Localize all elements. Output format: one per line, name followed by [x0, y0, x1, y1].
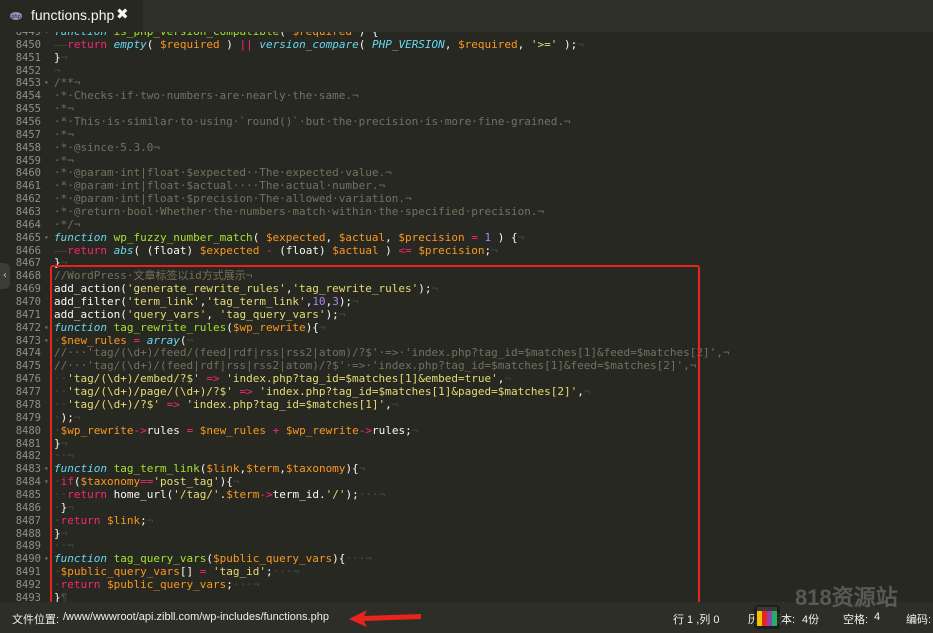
- tab-bar: php functions.php ✖: [0, 0, 933, 32]
- code-line[interactable]: 8456 ·*·This·is·similar·to·using·`round()…: [0, 115, 933, 129]
- svg-text:php: php: [11, 14, 21, 20]
- code-line[interactable]: 8478 ··'tag/(\d+)/?$' => 'index.php?tag_i…: [0, 397, 933, 412]
- fold-toggle-icon[interactable]: ▾: [44, 476, 49, 489]
- code-line[interactable]: 8466 ——return abs( (float) $expected - (f…: [0, 243, 933, 258]
- status-bar: 文件位置: /www/wwwroot/api.zibll.com/wp-incl…: [0, 602, 933, 633]
- line-number: 8485: [15, 488, 41, 501]
- line-number: 8482: [15, 450, 41, 463]
- code-line[interactable]: 8484 ▾ ·if($taxonomy=='post_tag'){¬: [0, 475, 933, 489]
- line-number: 8455: [15, 103, 41, 116]
- line-number: 8479: [15, 411, 41, 424]
- code-text: ·return $public_query_vars;···¬: [54, 577, 260, 591]
- line-number: 8474: [15, 347, 41, 360]
- code-text: ·*·This·is·similar·to·using·`round()`·bu…: [54, 115, 571, 129]
- code-line[interactable]: 8485 ··return home_url('/tag/'.$term->ter…: [0, 487, 933, 502]
- code-line[interactable]: 8480 ·$wp_rewrite->rules = $new_rules + $…: [0, 423, 933, 438]
- line-number: 8481: [15, 437, 41, 450]
- line-number: 8470: [15, 296, 41, 309]
- php-file-icon: php: [10, 12, 22, 20]
- code-line[interactable]: 8487 ·return $link;¬: [0, 513, 933, 528]
- watermark-logo-icon: [754, 605, 780, 629]
- code-text: ——return empty( $required ) || version_c…: [54, 37, 584, 51]
- spaces-label[interactable]: 空格:: [843, 611, 868, 627]
- fold-toggle-icon[interactable]: ▾: [44, 553, 49, 566]
- code-line[interactable]: 8450 ——return empty( $required ) || versi…: [0, 37, 933, 52]
- line-number: 8464: [15, 218, 41, 231]
- line-number: 8463: [15, 206, 41, 219]
- code-text: ·return $link;¬: [54, 513, 154, 527]
- line-number: 8465: [15, 231, 41, 244]
- tab-title: functions.php: [31, 7, 115, 23]
- fold-toggle-icon[interactable]: ▾: [44, 322, 49, 335]
- line-number: 8471: [15, 308, 41, 321]
- code-line[interactable]: 8481}¬: [0, 437, 933, 451]
- code-editor[interactable]: 8449▾function is_php_version_compatible(…: [0, 32, 933, 602]
- line-number: 8466: [15, 244, 41, 257]
- line-number: 8488: [15, 527, 41, 540]
- code-text: }¶: [54, 590, 68, 602]
- line-number: 8460: [15, 167, 41, 180]
- line-number: 8489: [15, 540, 41, 553]
- line-number: 8458: [15, 141, 41, 154]
- code-text: ·$wp_rewrite->rules = $new_rules + $wp_r…: [54, 423, 419, 437]
- code-line[interactable]: 8452 ¬: [0, 64, 933, 78]
- code-line[interactable]: 8463 ·*·@return·bool·Whether·the·numbers·…: [0, 205, 933, 219]
- spaces-value: 4: [874, 611, 881, 623]
- line-number: 8477: [15, 386, 41, 399]
- cursor-position[interactable]: 行 1 ,列 0: [673, 611, 719, 627]
- line-number: 8475: [15, 360, 41, 373]
- fold-toggle-icon[interactable]: ▾: [44, 77, 49, 90]
- line-number: 8472: [15, 321, 41, 334]
- fold-toggle-icon[interactable]: ▾: [44, 335, 49, 348]
- file-path: /www/wwwroot/api.zibll.com/wp-includes/f…: [63, 611, 329, 623]
- code-line[interactable]: 8451}¬: [0, 51, 933, 65]
- code-text: ·*·@return·bool·Whether·the·numbers·matc…: [54, 205, 545, 219]
- line-number: 8492: [15, 578, 41, 591]
- code-line[interactable]: 8454 ·*·Checks·if·two·numbers·are·nearly·…: [0, 89, 933, 103]
- line-number: 8452: [15, 64, 41, 77]
- fold-toggle-icon[interactable]: ▾: [44, 463, 49, 476]
- line-number: 8462: [15, 193, 41, 206]
- line-number: 8484: [15, 476, 41, 489]
- line-number: 8486: [15, 501, 41, 514]
- line-number: 8493: [15, 591, 41, 602]
- line-number: 8487: [15, 514, 41, 527]
- line-number: 8449: [15, 32, 41, 38]
- line-number: 8476: [15, 373, 41, 386]
- arrow-left-icon: [349, 610, 421, 627]
- line-number: 8456: [15, 116, 41, 129]
- fold-toggle-icon[interactable]: ▾: [44, 32, 49, 39]
- code-line[interactable]: 8488}¬: [0, 527, 933, 541]
- tab-functions-php[interactable]: php functions.php ✖: [0, 0, 143, 32]
- line-number: 8457: [15, 128, 41, 141]
- history-count: 4份: [802, 614, 820, 626]
- line-number: 8450: [15, 38, 41, 51]
- line-number: 8459: [15, 154, 41, 167]
- line-number: 8451: [15, 51, 41, 64]
- line-number: 8490: [15, 553, 41, 566]
- code-text: ··return home_url('/tag/'.$term->term_id…: [54, 487, 386, 501]
- line-number: 8483: [15, 463, 41, 476]
- side-panel-toggle[interactable]: ‹: [0, 263, 10, 289]
- code-line[interactable]: 8493 }¶: [0, 590, 933, 602]
- line-number: 8480: [15, 424, 41, 437]
- code-line[interactable]: 8492 ·return $public_query_vars;···¬: [0, 577, 933, 592]
- line-number: 8478: [15, 398, 41, 411]
- line-number: 8453: [15, 77, 41, 90]
- code-text: ··'tag/(\d+)/?$' => 'index.php?tag_id=$m…: [54, 397, 399, 411]
- code-text: ·*·Checks·if·two·numbers·are·nearly·the·…: [54, 89, 359, 103]
- line-number: 8473: [15, 334, 41, 347]
- line-number: 8454: [15, 90, 41, 103]
- file-location-label: 文件位置:: [12, 614, 60, 626]
- close-tab-icon[interactable]: ✖: [116, 5, 129, 23]
- code-line[interactable]: 8458 ·*·@since·5.3.0¬: [0, 141, 933, 155]
- code-lines: 8449▾function is_php_version_compatible(…: [0, 32, 933, 602]
- fold-toggle-icon[interactable]: ▾: [44, 232, 49, 245]
- code-text: ——return abs( (float) $expected - (float…: [54, 243, 498, 257]
- line-number: 8491: [15, 566, 41, 579]
- line-number: 8461: [15, 180, 41, 193]
- watermark-text: 818资源站: [795, 585, 898, 610]
- encoding-label[interactable]: 编码:: [906, 611, 931, 627]
